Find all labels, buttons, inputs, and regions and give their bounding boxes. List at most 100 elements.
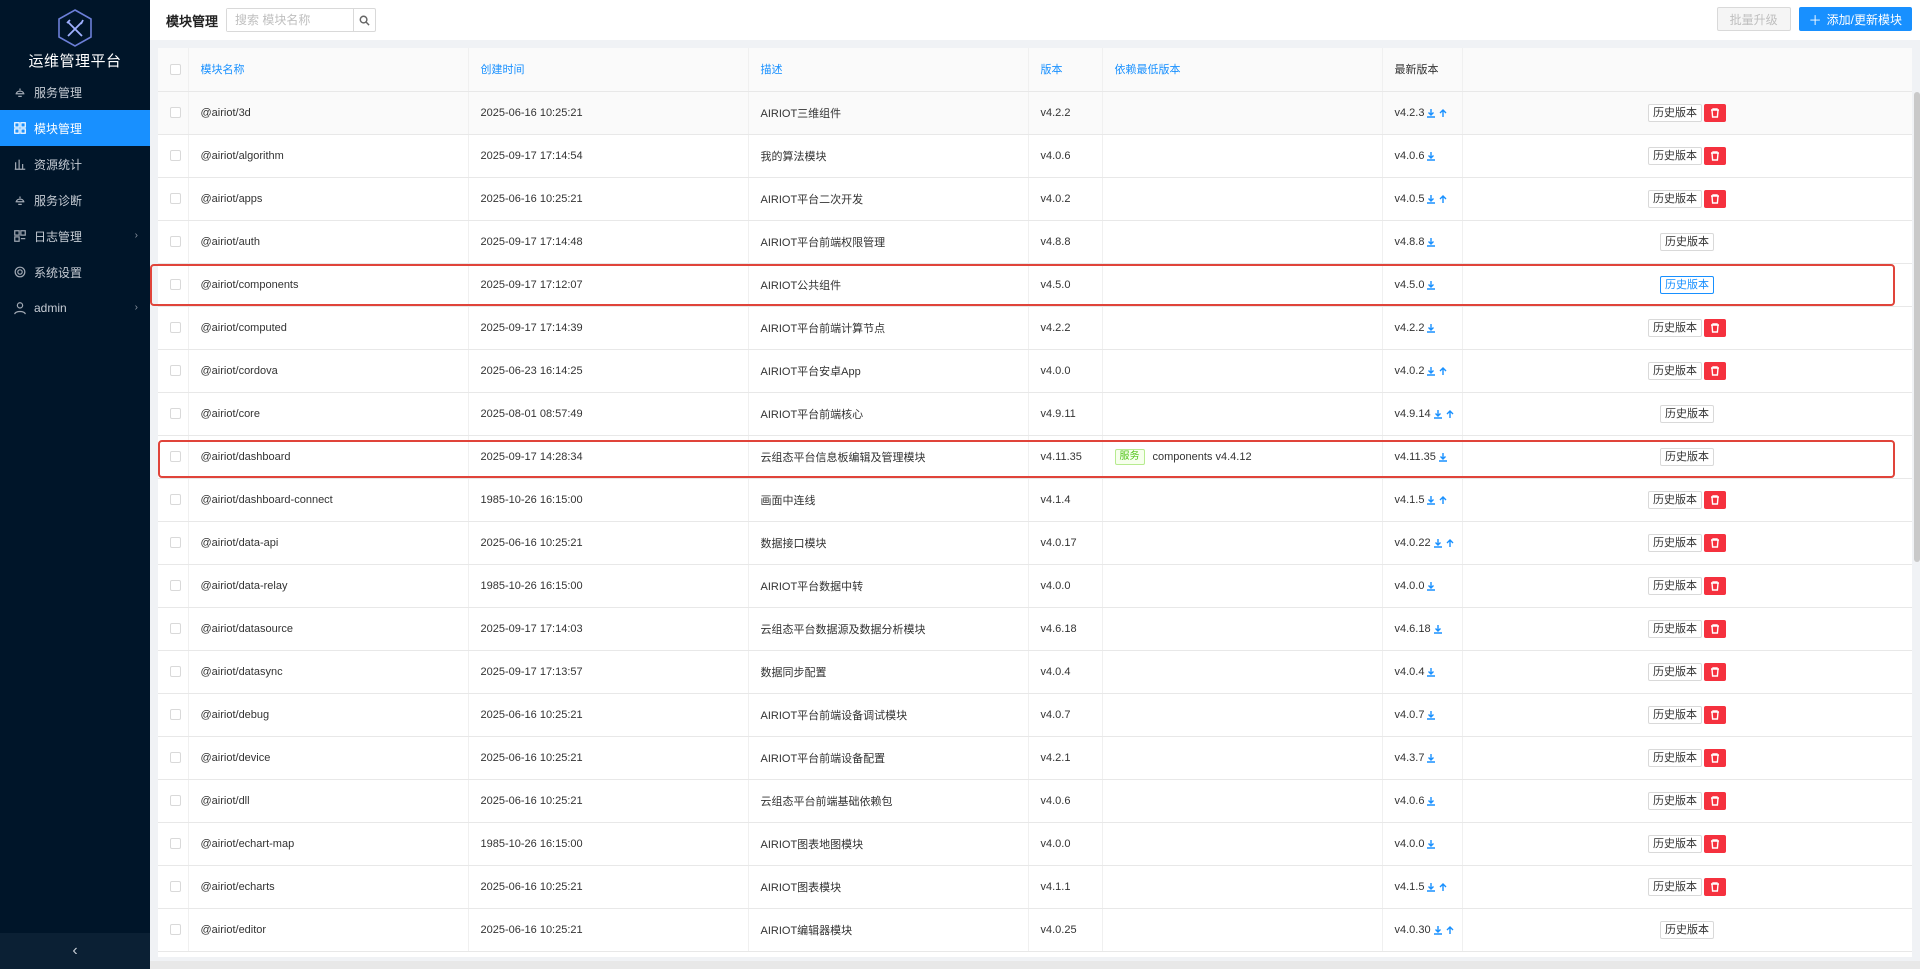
row-checkbox[interactable] <box>170 408 181 420</box>
history-version-button[interactable]: 历史版本 <box>1648 834 1702 853</box>
row-checkbox[interactable] <box>170 623 181 635</box>
delete-button[interactable] <box>1704 834 1726 853</box>
sidebar-item-6[interactable]: admin › <box>0 290 150 326</box>
row-checkbox[interactable] <box>170 752 181 764</box>
sidebar-item-2[interactable]: 资源统计 <box>0 146 150 182</box>
horizontal-scrollbar[interactable] <box>150 961 1920 969</box>
download-icon[interactable] <box>1426 108 1436 118</box>
history-version-button[interactable]: 历史版本 <box>1648 361 1702 380</box>
download-icon[interactable] <box>1426 667 1436 677</box>
download-icon[interactable] <box>1426 151 1436 161</box>
row-checkbox[interactable] <box>170 537 181 549</box>
history-version-button[interactable]: 历史版本 <box>1660 404 1714 423</box>
delete-button[interactable] <box>1704 576 1726 595</box>
column-header-created[interactable]: 创建时间 <box>468 48 749 92</box>
delete-button[interactable] <box>1704 748 1726 767</box>
row-checkbox[interactable] <box>170 236 181 248</box>
history-version-button[interactable]: 历史版本 <box>1648 662 1702 681</box>
delete-button[interactable] <box>1704 877 1726 896</box>
row-checkbox[interactable] <box>170 924 181 936</box>
row-checkbox[interactable] <box>170 451 181 463</box>
delete-button[interactable] <box>1704 791 1726 810</box>
sidebar-item-4[interactable]: 日志管理 › <box>0 218 150 254</box>
delete-button[interactable] <box>1704 189 1726 208</box>
row-checkbox[interactable] <box>170 279 181 291</box>
sidebar-item-1[interactable]: 模块管理 <box>0 110 150 146</box>
delete-button[interactable] <box>1704 103 1726 122</box>
row-checkbox[interactable] <box>170 838 181 850</box>
download-icon[interactable] <box>1426 581 1436 591</box>
download-icon[interactable] <box>1426 280 1436 290</box>
upgrade-icon[interactable] <box>1445 538 1455 548</box>
download-icon[interactable] <box>1426 366 1436 376</box>
download-icon[interactable] <box>1426 882 1436 892</box>
history-version-button[interactable]: 历史版本 <box>1648 791 1702 810</box>
history-version-button[interactable]: 历史版本 <box>1648 576 1702 595</box>
search-input[interactable] <box>227 9 354 31</box>
history-version-button[interactable]: 历史版本 <box>1648 619 1702 638</box>
sidebar-item-0[interactable]: 服务管理 <box>0 74 150 110</box>
download-icon[interactable] <box>1438 452 1448 462</box>
history-version-button[interactable]: 历史版本 <box>1648 705 1702 724</box>
delete-button[interactable] <box>1704 705 1726 724</box>
history-version-button[interactable]: 历史版本 <box>1648 146 1702 165</box>
upgrade-icon[interactable] <box>1438 495 1448 505</box>
column-header-version[interactable]: 版本 <box>1028 48 1103 92</box>
delete-button[interactable] <box>1704 318 1726 337</box>
download-icon[interactable] <box>1426 796 1436 806</box>
row-checkbox[interactable] <box>170 580 181 592</box>
batch-upgrade-button[interactable]: 批量升级 <box>1716 7 1791 31</box>
history-version-button[interactable]: 历史版本 <box>1660 920 1714 939</box>
download-icon[interactable] <box>1426 194 1436 204</box>
download-icon[interactable] <box>1433 409 1443 419</box>
row-checkbox[interactable] <box>170 150 181 162</box>
download-icon[interactable] <box>1426 839 1436 849</box>
delete-button[interactable] <box>1704 619 1726 638</box>
row-checkbox[interactable] <box>170 107 181 119</box>
upgrade-icon[interactable] <box>1445 925 1455 935</box>
sidebar-item-3[interactable]: 服务诊断 <box>0 182 150 218</box>
download-icon[interactable] <box>1426 495 1436 505</box>
history-version-button[interactable]: 历史版本 <box>1648 533 1702 552</box>
row-checkbox[interactable] <box>170 881 181 893</box>
column-header-desc[interactable]: 描述 <box>748 48 1029 92</box>
history-version-button[interactable]: 历史版本 <box>1648 189 1702 208</box>
download-icon[interactable] <box>1426 323 1436 333</box>
delete-button[interactable] <box>1704 490 1726 509</box>
add-module-button[interactable]: ＋ 添加/更新模块 <box>1798 7 1912 31</box>
collapse-sidebar-button[interactable]: ‹ <box>0 933 150 969</box>
download-icon[interactable] <box>1426 237 1436 247</box>
history-version-button[interactable]: 历史版本 <box>1648 877 1702 896</box>
download-icon[interactable] <box>1426 710 1436 720</box>
delete-button[interactable] <box>1704 533 1726 552</box>
history-version-button[interactable]: 历史版本 <box>1648 318 1702 337</box>
row-checkbox[interactable] <box>170 494 181 506</box>
row-checkbox[interactable] <box>170 666 181 678</box>
sidebar-item-5[interactable]: 系统设置 <box>0 254 150 290</box>
delete-button[interactable] <box>1704 146 1726 165</box>
search-button[interactable] <box>353 9 375 31</box>
download-icon[interactable] <box>1433 925 1443 935</box>
vertical-scrollbar[interactable] <box>1914 92 1920 562</box>
download-icon[interactable] <box>1426 753 1436 763</box>
column-header-dependency[interactable]: 依赖最低版本 <box>1102 48 1383 92</box>
upgrade-icon[interactable] <box>1438 194 1448 204</box>
upgrade-icon[interactable] <box>1445 409 1455 419</box>
history-version-button[interactable]: 历史版本 <box>1660 232 1714 251</box>
download-icon[interactable] <box>1433 624 1443 634</box>
upgrade-icon[interactable] <box>1438 882 1448 892</box>
select-all-checkbox[interactable] <box>170 63 181 75</box>
row-checkbox[interactable] <box>170 193 181 205</box>
history-version-button[interactable]: 历史版本 <box>1648 103 1702 122</box>
delete-button[interactable] <box>1704 662 1726 681</box>
row-checkbox[interactable] <box>170 322 181 334</box>
history-version-button[interactable]: 历史版本 <box>1648 490 1702 509</box>
row-checkbox[interactable] <box>170 365 181 377</box>
download-icon[interactable] <box>1433 538 1443 548</box>
history-version-button[interactable]: 历史版本 <box>1660 447 1714 466</box>
row-checkbox[interactable] <box>170 709 181 721</box>
column-header-name[interactable]: 模块名称 <box>188 48 469 92</box>
delete-button[interactable] <box>1704 361 1726 380</box>
upgrade-icon[interactable] <box>1438 366 1448 376</box>
history-version-button[interactable]: 历史版本 <box>1648 748 1702 767</box>
